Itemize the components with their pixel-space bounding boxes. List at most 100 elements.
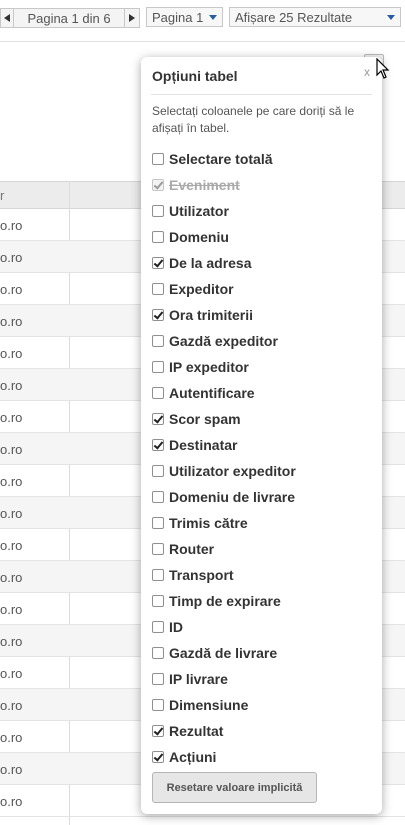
column-option-label: Autentificare — [169, 385, 255, 401]
table-options-popup: Opțiuni tabel x Selectați coloanele pe c… — [141, 57, 382, 814]
table-header-cell[interactable]: r — [0, 188, 4, 203]
column-option[interactable]: Gazdă expeditor — [152, 332, 278, 350]
column-option-label: Dimensiune — [169, 697, 249, 713]
previous-page-button[interactable] — [0, 8, 14, 28]
column-option[interactable]: IP livrare — [152, 670, 228, 688]
column-option[interactable]: Timp de expirare — [152, 592, 281, 610]
checkbox[interactable] — [152, 751, 164, 763]
table-cell: o.ro — [0, 378, 23, 393]
column-option-label: Destinatar — [169, 437, 238, 453]
reset-default-button[interactable]: Resetare valoare implicită — [152, 772, 317, 803]
top-divider — [0, 41, 405, 42]
checkbox[interactable] — [152, 413, 164, 425]
checkbox[interactable] — [152, 283, 164, 295]
table-cell: o.ro — [0, 698, 23, 713]
checkbox[interactable] — [152, 205, 164, 217]
column-option[interactable]: ID — [152, 618, 183, 636]
checkbox[interactable] — [152, 647, 164, 659]
column-option[interactable]: Trimis către — [152, 514, 248, 532]
checkbox[interactable] — [152, 439, 164, 451]
table-cell: o.ro — [0, 794, 23, 809]
table-cell: o.ro — [0, 538, 23, 553]
triangle-left-icon — [4, 14, 10, 22]
column-option[interactable]: Scor spam — [152, 410, 241, 428]
chevron-down-icon — [387, 15, 395, 20]
column-option[interactable]: Acțiuni — [152, 748, 216, 766]
column-option-label: Selectare totală — [169, 151, 273, 167]
column-option-label: Utilizator — [169, 203, 229, 219]
column-option-label: ID — [169, 619, 183, 635]
column-option[interactable]: Gazdă de livrare — [152, 644, 277, 662]
column-option-label: Timp de expirare — [169, 593, 281, 609]
page-select[interactable]: Pagina 1 — [146, 7, 223, 27]
column-option[interactable]: Domeniu — [152, 228, 229, 246]
popup-divider — [151, 94, 372, 95]
column-option[interactable]: Autentificare — [152, 384, 255, 402]
table-cell: o.ro — [0, 442, 23, 457]
table-cell: o.ro — [0, 762, 23, 777]
column-option[interactable]: De la adresa — [152, 254, 252, 272]
column-option-label: IP livrare — [169, 671, 228, 687]
checkbox[interactable] — [152, 335, 164, 347]
checkbox[interactable] — [152, 725, 164, 737]
column-option[interactable]: Ora trimiterii — [152, 306, 253, 324]
checkbox[interactable] — [152, 621, 164, 633]
column-option[interactable]: Router — [152, 540, 214, 558]
results-select-value: Afișare 25 Rezultate — [235, 9, 353, 25]
column-option[interactable]: Expeditor — [152, 280, 234, 298]
column-option: Eveniment — [152, 176, 240, 194]
table-cell: o.ro — [0, 506, 23, 521]
chevron-down-icon — [209, 15, 217, 20]
column-option-label: Scor spam — [169, 411, 241, 427]
checkbox[interactable] — [152, 465, 164, 477]
next-page-button[interactable] — [124, 8, 140, 28]
column-option[interactable]: Selectare totală — [152, 150, 273, 168]
checkbox[interactable] — [152, 309, 164, 321]
table-cell: o.ro — [0, 730, 23, 745]
column-option[interactable]: Utilizator — [152, 202, 229, 220]
table-cell: o.ro — [0, 314, 23, 329]
checkbox[interactable] — [152, 673, 164, 685]
table-cell: o.ro — [0, 634, 23, 649]
column-option[interactable]: Rezultat — [152, 722, 223, 740]
column-option-label: Transport — [169, 567, 234, 583]
table-cell: o.ro — [0, 666, 23, 681]
column-option[interactable]: Transport — [152, 566, 234, 584]
checkbox[interactable] — [152, 569, 164, 581]
popup-title: Opțiuni tabel — [152, 68, 238, 84]
column-option-label: IP expeditor — [169, 359, 249, 375]
checkbox[interactable] — [152, 699, 164, 711]
column-option[interactable]: IP expeditor — [152, 358, 249, 376]
table-cell: o.ro — [0, 282, 23, 297]
column-option-label: Acțiuni — [169, 749, 217, 765]
column-option[interactable]: Dimensiune — [152, 696, 248, 714]
close-button[interactable]: x — [364, 65, 370, 79]
column-option-label: Gazdă expeditor — [169, 333, 278, 349]
results-per-page-select[interactable]: Afișare 25 Rezultate — [229, 7, 401, 27]
checkbox[interactable] — [152, 361, 164, 373]
column-option-label: Router — [169, 541, 215, 557]
column-option-label: Rezultat — [169, 723, 224, 739]
checkbox[interactable] — [152, 387, 164, 399]
checkbox[interactable] — [152, 231, 164, 243]
table-cell: o.ro — [0, 218, 23, 233]
column-option-label: Expeditor — [169, 281, 234, 297]
column-option[interactable]: Domeniu de livrare — [152, 488, 295, 506]
checkbox[interactable] — [152, 491, 164, 503]
checkbox — [152, 179, 164, 191]
column-option-label: Eveniment — [169, 177, 240, 193]
table-cell: o.ro — [0, 346, 23, 361]
column-option[interactable]: Utilizator expeditor — [152, 462, 296, 480]
column-option-label: Domeniu de livrare — [169, 489, 296, 505]
checkbox[interactable] — [152, 517, 164, 529]
checkbox[interactable] — [152, 595, 164, 607]
column-option-label: Trimis către — [169, 515, 248, 531]
column-option-label: Gazdă de livrare — [169, 645, 278, 661]
checkbox[interactable] — [152, 257, 164, 269]
column-option[interactable]: Destinatar — [152, 436, 237, 454]
table-cell: o.ro — [0, 602, 23, 617]
checkbox[interactable] — [152, 153, 164, 165]
table-cell: o.ro — [0, 410, 23, 425]
checkbox[interactable] — [152, 543, 164, 555]
triangle-right-icon — [129, 14, 135, 22]
